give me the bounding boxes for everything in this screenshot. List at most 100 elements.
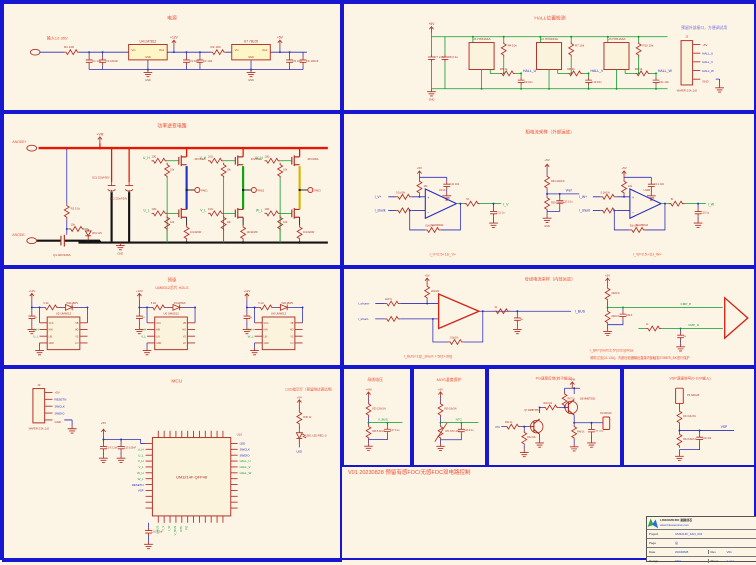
panel-inverter: 功率逆变电路 ANODE+ ANODE- +VM EC1 220uF/50V E…	[2, 112, 342, 267]
cap-label: 1u	[249, 316, 252, 319]
net-label-5v: +5V	[621, 166, 626, 170]
net-label: HALL_W	[658, 69, 673, 73]
panel-predriver: 预驱 UM6012芯片 H2LG +12V 5.1Ω IN4148WS 1u U…	[2, 267, 342, 367]
gnd-label: GND	[118, 252, 124, 255]
resistor-label: 51	[671, 198, 674, 201]
resistor-label: 20k/1%	[431, 290, 440, 293]
resistor-label: R1 100	[64, 45, 74, 49]
pin-name: HO	[75, 330, 79, 332]
power-flag-5v	[429, 27, 433, 33]
gate-pulldown	[165, 215, 170, 231]
company-logo-icon	[649, 519, 658, 528]
mosfet-high	[179, 155, 187, 166]
net-label-12v: +12V	[28, 289, 35, 293]
opamp-triangle	[425, 189, 456, 218]
vsp-connector	[676, 388, 684, 403]
net-label-vref: Vref	[566, 188, 572, 192]
net-label: I_W	[167, 525, 171, 531]
wires	[501, 388, 603, 449]
internal-opamp	[439, 294, 479, 329]
pin-label: GND	[248, 56, 254, 59]
resistor-label: R45 1k	[303, 416, 312, 419]
gain-formula: I_BUS=11[I_shunt + 5/(1+30)]	[404, 354, 452, 358]
net-label: HALL_U	[523, 69, 537, 73]
mosfet-low	[292, 208, 300, 219]
section-subtitle: UM6012芯片 H2LG	[155, 285, 188, 290]
output-resistor	[669, 201, 685, 206]
opamp-minus: −	[427, 210, 430, 215]
anode-pos-label: ANODE+	[12, 140, 27, 144]
input-resistor	[396, 194, 412, 199]
net-label-out: I_W	[708, 202, 715, 206]
cap-label: C16 2.2uF	[151, 531, 163, 534]
gnd-symbol	[35, 348, 44, 355]
gnd-symbol	[715, 85, 724, 92]
resistor-label: R9 1k	[635, 67, 643, 71]
pin-net: +5V	[54, 391, 59, 395]
pin-name: GND	[49, 343, 54, 345]
resistor-label: 51	[466, 198, 469, 201]
company-website: www.linkosemicon.com	[660, 523, 692, 527]
pin-name: LO	[290, 343, 293, 345]
cap-label: C14 2.2uF	[106, 446, 118, 449]
net-label: I_shunt+	[358, 302, 370, 306]
bootstrap-resistor	[258, 305, 273, 310]
power-flag-vm	[98, 137, 102, 143]
cap-label: C15 100nF	[124, 446, 137, 449]
panel-vsp: VSP调速信号(0-10V输入) P3 AWG26 R43 10k/1% VSP…	[622, 367, 756, 467]
gnd-symbol	[436, 444, 445, 451]
phase-pad	[251, 187, 256, 192]
wires	[547, 171, 579, 216]
resistor-label: R43 10k/1%	[683, 416, 696, 418]
net-label: V_BUS	[173, 526, 177, 536]
pin-label: Vout	[262, 48, 268, 52]
base-pulldown	[522, 430, 527, 445]
resistor-label: R47 1k	[567, 399, 575, 401]
resistor-label: 10Ω	[152, 208, 157, 211]
gnd-symbol	[116, 243, 125, 250]
resistor-label: 10k	[283, 221, 288, 224]
net-label: HALL_V	[240, 465, 251, 469]
net-label-5v: +5V	[417, 166, 422, 170]
pin-name: VB	[183, 323, 187, 325]
vref-divider: +5V R24 10k/1% Vref R30 10k/1% C13 0.1u …	[543, 158, 580, 228]
net-label: SWDIO	[240, 453, 251, 457]
net-label: W_H	[255, 156, 263, 160]
mosfet-label: Q1 40V/100A	[53, 253, 71, 257]
gnd-symbol	[676, 344, 685, 351]
resistor-label: R39 10k/1%	[444, 408, 456, 410]
trip-note: 硬件过流(21.13A)，内部比较器输出直接内部触发ATIMER_BK进行保护	[590, 355, 689, 360]
panel-power: 电源 输入12-35V R1 100 C1 10u C2 100nF U4 LM…	[2, 2, 342, 112]
resistor-label: R24 10k/1%	[551, 180, 565, 183]
input-connector	[30, 49, 40, 55]
power-flag-5v	[622, 171, 626, 177]
opamp-plus: +	[632, 195, 635, 200]
net-label-5v: +5V	[438, 387, 443, 391]
diode-label: IN4148WS	[174, 302, 186, 305]
section-title: MCU	[171, 379, 183, 385]
feedback-resistor	[448, 340, 463, 345]
net-label-out: I_V	[503, 202, 509, 206]
net-label: U_L	[144, 209, 150, 213]
net-label: I_shunt	[375, 209, 386, 213]
phase-pad	[195, 187, 200, 192]
wires	[64, 420, 72, 426]
net-label: NTC	[179, 526, 183, 532]
net-label-cmpn: CMP_N	[688, 323, 699, 327]
resistor-label: R41 1k	[505, 422, 513, 424]
feedback-resistor	[425, 227, 441, 232]
pin-label: Vout	[159, 48, 165, 52]
panel-mos-temp: MOS温度保护 +5V R39 10k/1% NTC RT1 NTC-10K C…	[412, 367, 487, 467]
resistor-label: 5.1Ω	[258, 302, 263, 305]
resistor-label: 10Ω	[265, 208, 270, 211]
led-note: LED指示灯（预留测试调试用）	[286, 387, 335, 392]
cap-label: C4 104	[203, 59, 213, 63]
power-flag-12v	[245, 293, 249, 299]
pullup-resistor	[569, 42, 574, 57]
cap-label: C13 0.1u	[563, 201, 574, 204]
gnd-symbol	[250, 348, 259, 355]
gnd-symbol	[535, 440, 544, 447]
gate-resistor	[265, 158, 281, 163]
input-range-note: 输入12-35V	[47, 35, 68, 41]
net-label: SWCLK	[240, 447, 250, 451]
